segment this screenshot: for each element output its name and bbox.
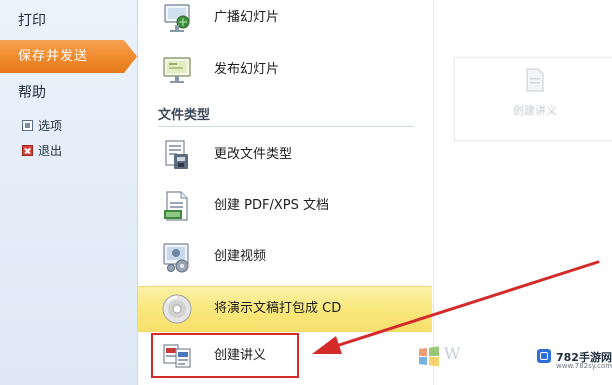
change-file-type-icon [165, 140, 188, 169]
nav-exit-label: 退出 [38, 144, 63, 158]
nav-options-label: 选项 [38, 119, 63, 133]
section-divider [158, 126, 414, 127]
create-pdf-xps-button[interactable]: 创建 PDF/XPS 文档 [138, 185, 432, 227]
publish-label: 发布幻灯片 [214, 62, 280, 77]
pdf-xps-icon [164, 191, 188, 221]
change-file-type-button[interactable]: 更改文件类型 [138, 134, 432, 176]
broadcast-icon [164, 4, 190, 32]
video-icon [163, 243, 189, 273]
broadcast-slides-button[interactable]: 广播幻灯片 [138, 0, 432, 39]
options-icon [22, 120, 33, 131]
nav-help[interactable]: 帮助 [18, 82, 155, 102]
publish-slides-icon [163, 57, 191, 83]
windows-logo-watermark [419, 346, 439, 367]
package-cd-label: 将演示文稿打包成 CD [214, 301, 342, 316]
nav-print[interactable]: 打印 [18, 10, 128, 30]
handout-preview-button[interactable]: 创建讲义 [454, 57, 612, 141]
pdf-xps-label: 创建 PDF/XPS 文档 [214, 198, 329, 213]
nav-save-and-send[interactable]: 保存并发送 [0, 40, 137, 73]
commands-panel: 广播幻灯片 发布幻灯片 文件类型 更改文件类型 创建 PDF/XPS 文档 创建… [138, 0, 432, 385]
change-file-type-label: 更改文件类型 [214, 147, 293, 162]
details-panel: 创建讲义 [433, 0, 612, 385]
document-icon [526, 68, 544, 92]
backstage-nav: 打印 保存并发送 帮助 选项 退出 [0, 0, 138, 385]
site-url: www.782sy.com [556, 362, 612, 370]
file-types-heading: 文件类型 [158, 108, 211, 123]
video-label: 创建视频 [214, 249, 267, 264]
annotation-highlight-box [151, 333, 299, 378]
watermark-text: W [444, 344, 463, 363]
broadcast-label: 广播幻灯片 [214, 10, 280, 25]
preview-label: 创建讲义 [513, 104, 557, 117]
cd-icon [162, 294, 192, 324]
exit-icon [22, 145, 33, 156]
create-video-button[interactable]: 创建视频 [138, 236, 432, 278]
package-cd-button[interactable]: 将演示文稿打包成 CD [138, 286, 432, 332]
site-logo-icon [537, 349, 551, 363]
publish-slides-button[interactable]: 发布幻灯片 [138, 49, 432, 91]
